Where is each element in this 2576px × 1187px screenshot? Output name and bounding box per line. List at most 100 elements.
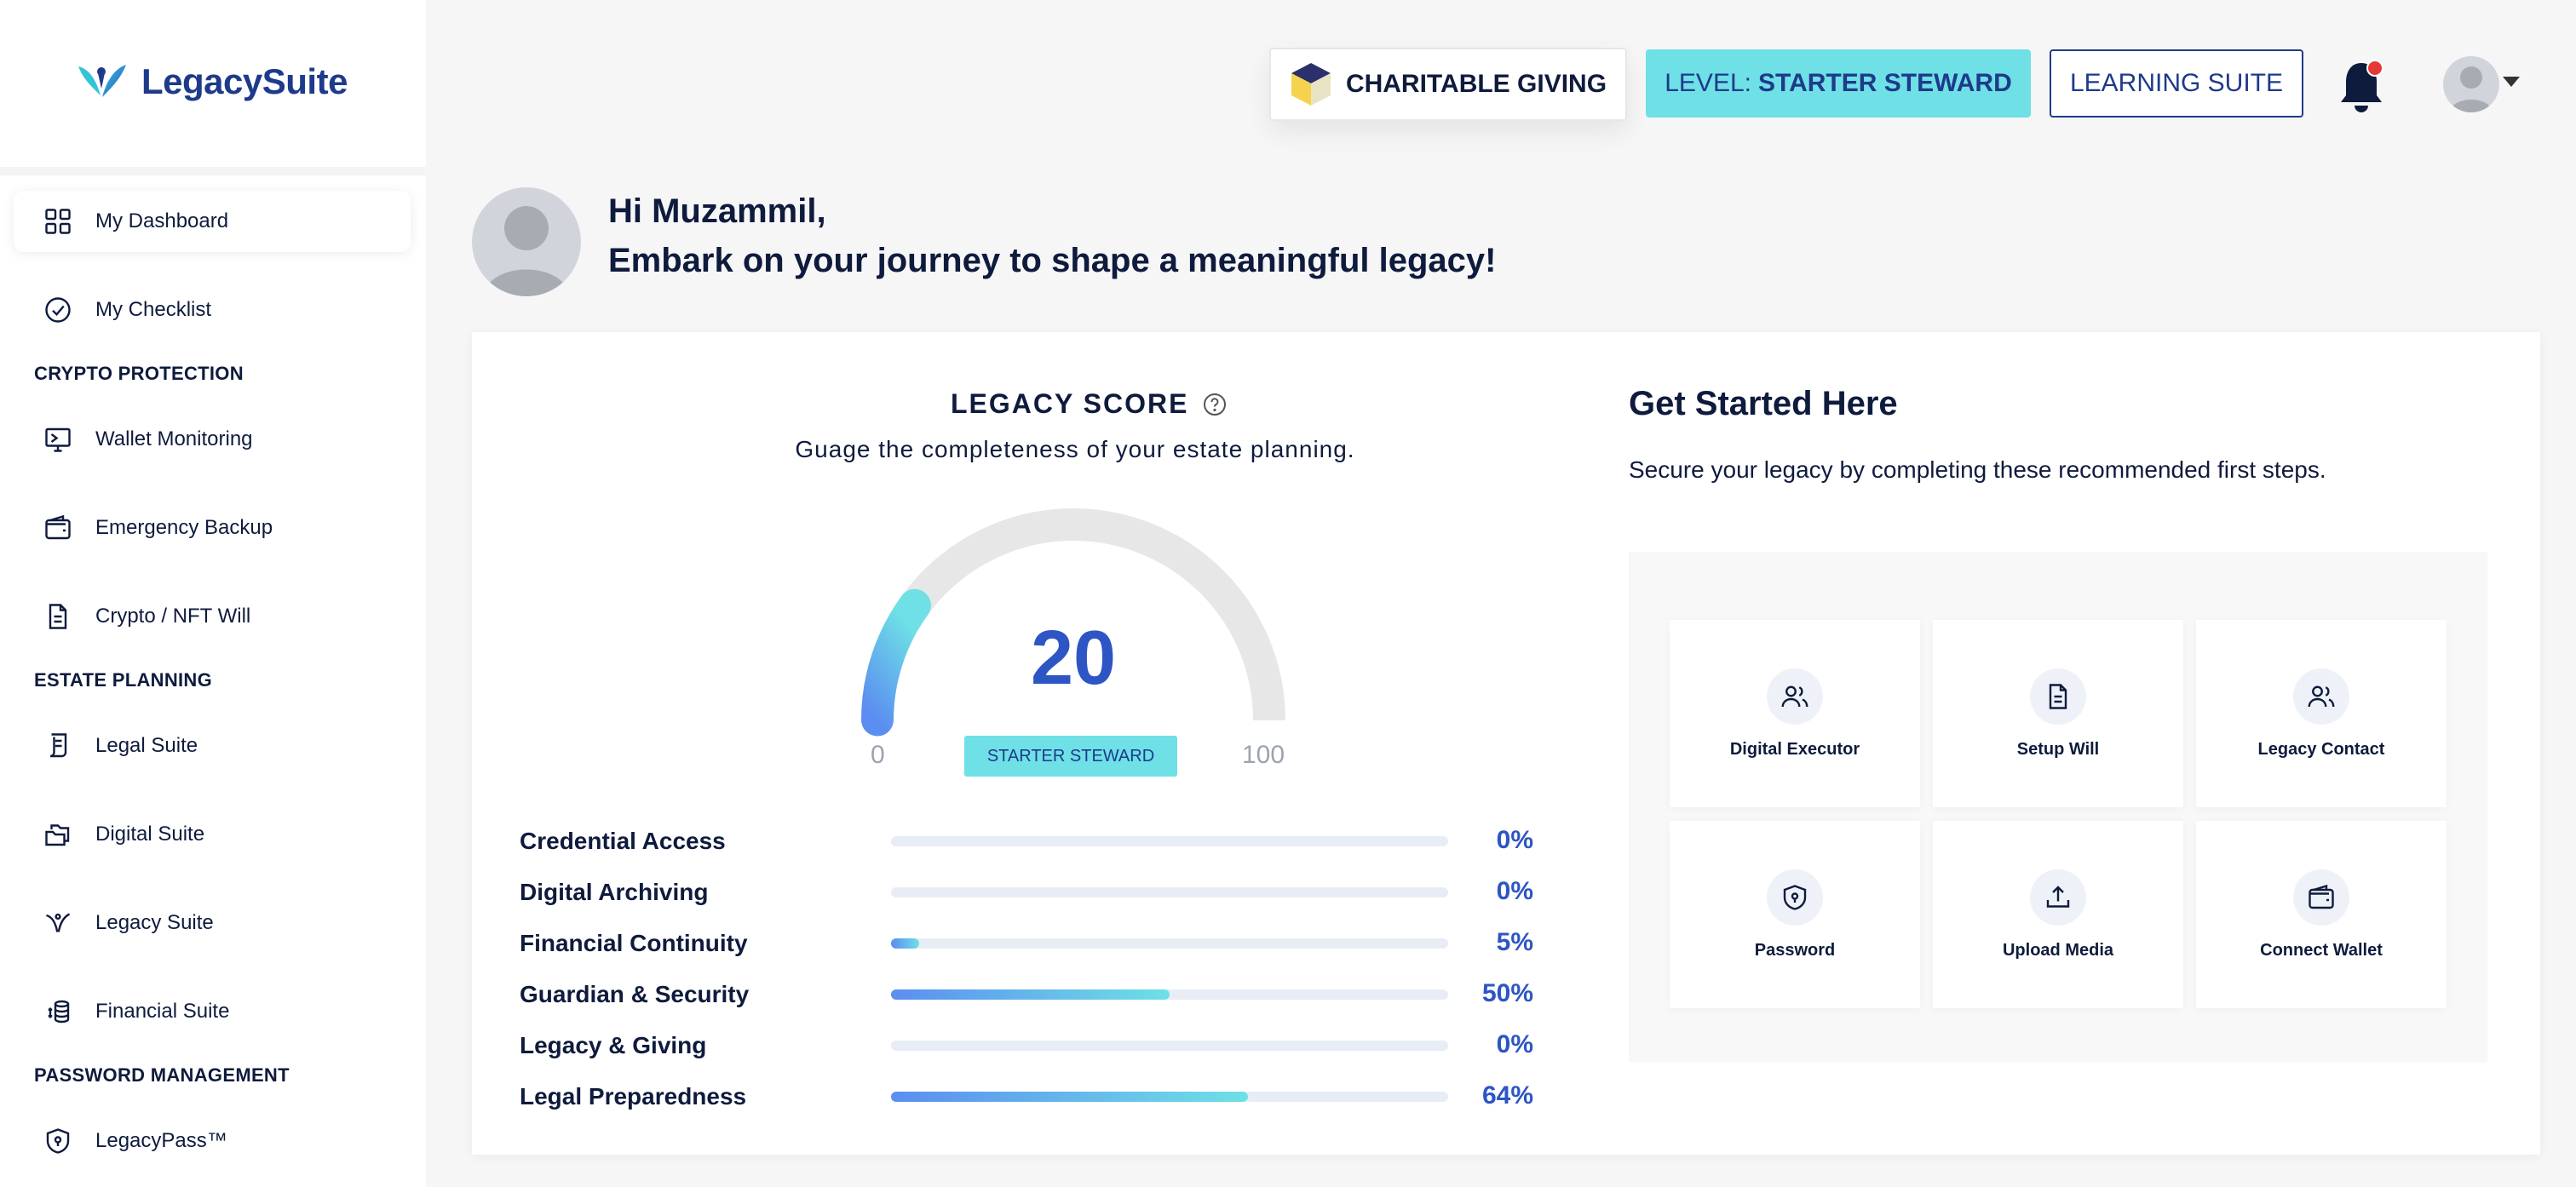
progress-fill — [891, 1092, 1248, 1102]
category-row: Legacy & Giving 0% — [520, 1029, 1533, 1063]
sidebar-item-label: My Dashboard — [95, 209, 229, 232]
category-label: Credential Access — [520, 828, 726, 854]
sidebar-item-digital-suite[interactable]: Digital Suite — [14, 804, 411, 865]
progress-track — [891, 938, 1448, 949]
learning-suite-button[interactable]: LEARNING SUITE — [2050, 49, 2303, 118]
tile-icon-wrap — [2030, 869, 2086, 926]
category-label: Legacy & Giving — [520, 1032, 707, 1058]
gauge-min-label: 0 — [871, 741, 885, 769]
upload-icon — [2046, 885, 2070, 908]
tile-icon-wrap — [2293, 668, 2349, 725]
gauge-fill — [861, 588, 931, 737]
tile-legacy-contact[interactable]: Legacy Contact — [2196, 620, 2447, 807]
sidebar-item-my-checklist[interactable]: My Checklist — [14, 279, 411, 341]
gauge-level-badge: STARTER STEWARD — [964, 736, 1177, 777]
sidebar-item-label: Legal Suite — [95, 734, 198, 757]
progress-track — [891, 836, 1448, 846]
progress-track — [891, 1092, 1448, 1102]
charitable-giving-button[interactable]: CHARITABLE GIVING — [1269, 48, 1627, 121]
legacy-score-title-text: LEGACY SCORE — [951, 388, 1189, 419]
tile-label: Upload Media — [2002, 940, 2113, 960]
sidebar-item-label: Emergency Backup — [95, 516, 273, 539]
tile-label: Legacy Contact — [2257, 739, 2385, 759]
progress-track — [891, 1041, 1448, 1051]
category-label: Legal Preparedness — [520, 1083, 747, 1110]
sidebar: LegacySuite My Dashboard My Checklist CR… — [0, 0, 426, 1187]
bell-icon[interactable] — [2336, 56, 2387, 116]
profile-avatar — [472, 187, 581, 296]
legacy-score-value: 20 — [1030, 616, 1117, 701]
category-row: Digital Archiving 0% — [520, 875, 1533, 909]
section-label-estate: ESTATE PLANNING — [34, 669, 213, 691]
category-row: Legal Preparedness 64% — [520, 1080, 1533, 1114]
sidebar-item-crypto-nft-will[interactable]: Crypto / NFT Will — [14, 586, 411, 647]
legacy-score-title: LEGACY SCORE — [951, 388, 1228, 420]
chevron-down-icon[interactable] — [2503, 77, 2520, 87]
users-icon — [1781, 685, 1808, 707]
tile-upload-media[interactable]: Upload Media — [1933, 821, 2183, 1008]
help-icon[interactable] — [1202, 392, 1228, 417]
category-row: Guardian & Security 50% — [520, 978, 1533, 1012]
gauge-max-label: 100 — [1242, 741, 1285, 769]
user-avatar[interactable] — [2443, 56, 2499, 112]
sidebar-item-label: Crypto / NFT Will — [95, 605, 251, 628]
tile-setup-will[interactable]: Setup Will — [1933, 620, 2183, 807]
cube-icon — [1291, 63, 1331, 106]
tile-connect-wallet[interactable]: Connect Wallet — [2196, 821, 2447, 1008]
greeting-message: Embark on your journey to shape a meanin… — [608, 242, 1497, 279]
sidebar-item-legacypass[interactable]: LegacyPass™ — [14, 1110, 411, 1172]
sidebar-item-label: LegacyPass™ — [95, 1129, 227, 1152]
shield-icon — [46, 1128, 70, 1154]
sidebar-item-label: My Checklist — [95, 298, 212, 321]
tile-password[interactable]: Password — [1670, 821, 1920, 1008]
sidebar-item-my-dashboard[interactable]: My Dashboard — [14, 191, 411, 252]
sidebar-item-emergency-backup[interactable]: Emergency Backup — [14, 497, 411, 559]
bird-logo-icon — [78, 65, 126, 97]
greeting-name: Hi Muzammil, — [608, 192, 826, 230]
category-row: Financial Continuity 5% — [520, 926, 1533, 960]
category-label: Guardian & Security — [520, 981, 750, 1007]
legacy-score-subtitle: Guage the completeness of your estate pl… — [795, 436, 1355, 462]
get-started-title: Get Started Here — [1629, 385, 1898, 422]
document-icon — [49, 604, 67, 629]
document-icon — [2049, 683, 2067, 709]
tile-label: Setup Will — [2016, 739, 2100, 759]
level-value: STARTER STEWARD — [1757, 69, 2012, 97]
category-percent: 5% — [1496, 928, 1533, 956]
tile-label: Digital Executor — [1729, 739, 1860, 759]
category-percent: 0% — [1496, 1030, 1533, 1058]
users-icon — [2308, 685, 2335, 707]
category-label: Financial Continuity — [520, 930, 748, 956]
category-percent: 0% — [1496, 826, 1533, 854]
coins-icon — [48, 1000, 70, 1024]
tile-digital-executor[interactable]: Digital Executor — [1670, 620, 1920, 807]
progress-track — [891, 989, 1448, 1000]
sidebar-item-financial-suite[interactable]: Financial Suite — [14, 981, 411, 1042]
person-icon — [2450, 66, 2493, 112]
progress-fill — [891, 938, 919, 949]
brand-name: LegacySuite — [141, 61, 348, 101]
sidebar-item-legacy-suite[interactable]: Legacy Suite — [14, 892, 411, 954]
learning-suite-label: LEARNING SUITE — [2069, 69, 2284, 97]
bird-icon — [46, 913, 71, 932]
category-label: Digital Archiving — [520, 879, 709, 905]
brand-logo[interactable]: LegacySuite — [75, 60, 348, 104]
category-percent: 50% — [1481, 979, 1533, 1007]
tile-icon-wrap — [2030, 668, 2086, 725]
progress-fill — [891, 989, 1170, 1000]
section-label-password: PASSWORD MANAGEMENT — [34, 1064, 290, 1086]
get-started-subtitle: Secure your legacy by completing these r… — [1629, 456, 2326, 483]
tile-label: Password — [1754, 940, 1836, 960]
tile-icon-wrap — [2293, 869, 2349, 926]
sidebar-divider — [0, 167, 426, 175]
level-badge[interactable]: LEVEL: STARTER STEWARD — [1646, 49, 2031, 118]
person-icon — [484, 206, 569, 296]
sidebar-item-wallet-monitoring[interactable]: Wallet Monitoring — [14, 409, 411, 470]
category-percent: 0% — [1496, 877, 1533, 905]
sidebar-item-label: Legacy Suite — [95, 911, 214, 934]
sidebar-item-legal-suite[interactable]: Legal Suite — [14, 715, 411, 777]
level-prefix: LEVEL: — [1665, 69, 1751, 97]
folders-icon — [45, 824, 70, 846]
sidebar-item-label: Wallet Monitoring — [95, 427, 253, 450]
scroll-icon — [49, 733, 67, 758]
